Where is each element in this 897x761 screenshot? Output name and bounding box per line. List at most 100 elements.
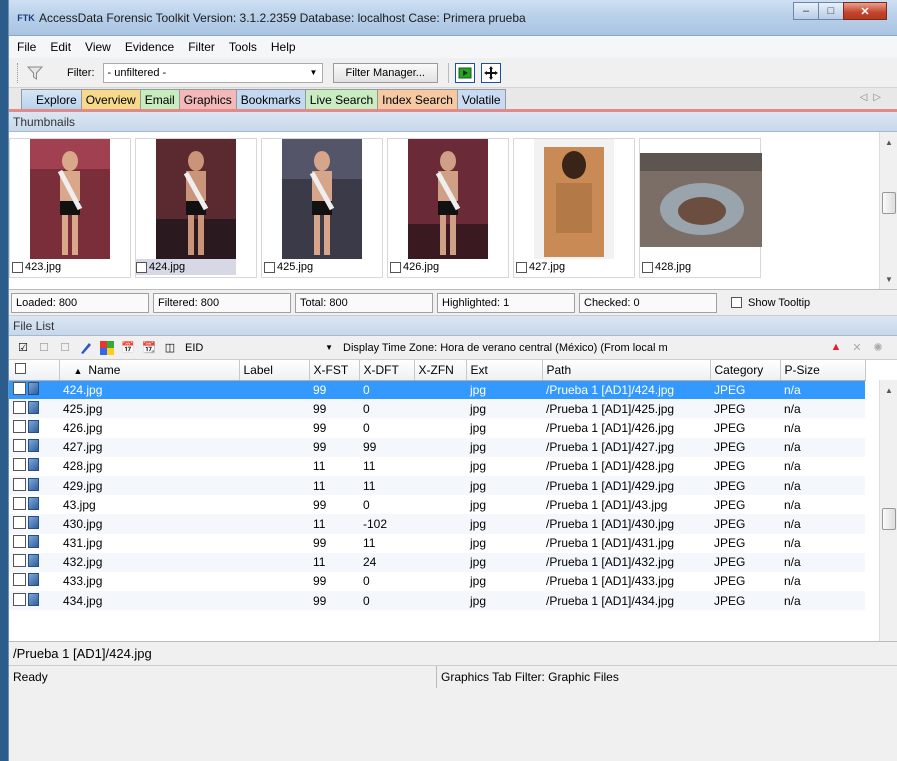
row-checkbox[interactable] [13, 381, 26, 395]
uncheck-icon[interactable]: ☐ [36, 340, 52, 356]
thumbnail-item[interactable]: 427.jpg [513, 138, 635, 278]
col-label[interactable]: Label [239, 360, 310, 381]
col-xfst[interactable]: X-FST [309, 360, 360, 381]
tab-live-search[interactable]: Live Search [304, 89, 379, 109]
tab-bookmarks[interactable]: Bookmarks [235, 89, 306, 109]
clear-filter-icon[interactable]: ▲ [828, 339, 844, 355]
table-row[interactable]: 424.jpg 99 0 jpg/Prueba 1 [AD1]/424.jpg JPEG… [9, 380, 865, 400]
maximize-icon[interactable]: □ [818, 2, 844, 20]
column-select-dropdown[interactable]: EID ▼ [183, 339, 333, 357]
col-psize[interactable]: P-Size [780, 360, 866, 381]
file-list-scrollbar[interactable]: ▲ [879, 380, 897, 641]
label-pen-icon[interactable] [78, 340, 94, 356]
color-grid-icon[interactable] [99, 340, 115, 356]
table-row[interactable]: 432.jpg 11 24 jpg/Prueba 1 [AD1]/432.jpg JPE… [9, 552, 865, 572]
menu-help[interactable]: Help [271, 40, 296, 54]
thumbnail-item[interactable]: 423.jpg [9, 138, 131, 278]
menu-file[interactable]: File [17, 40, 36, 54]
cell-psize: n/a [784, 497, 801, 512]
scroll-up-icon[interactable]: ▲ [880, 382, 897, 398]
cell-check [9, 495, 59, 514]
thumbnail-checkbox[interactable] [642, 261, 653, 273]
apply-filter-icon[interactable] [454, 62, 475, 83]
row-checkbox[interactable] [13, 458, 26, 472]
tab-email[interactable]: Email [139, 89, 180, 109]
thumbnail-image [640, 153, 762, 247]
calendar-alt-icon[interactable]: 📆 [141, 340, 157, 356]
thumbnail-checkbox[interactable] [12, 261, 23, 273]
tab-graphics[interactable]: Graphics [178, 89, 237, 109]
table-row[interactable]: 426.jpg 99 0 jpg/Prueba 1 [AD1]/426.jpg JPEG… [9, 418, 865, 437]
thumbnail-checkbox[interactable] [136, 261, 147, 273]
col-path[interactable]: Path [542, 360, 711, 381]
tab-index-search[interactable]: Index Search [377, 89, 458, 109]
toolbar-grip[interactable] [17, 62, 21, 83]
row-checkbox[interactable] [13, 592, 26, 606]
calendar-icon[interactable]: 📅 [120, 340, 136, 356]
table-row[interactable]: 434.jpg 99 0 jpg/Prueba 1 [AD1]/434.jpg JPEG… [9, 591, 865, 611]
show-tooltip-checkbox[interactable] [731, 297, 742, 308]
col-ext[interactable]: Ext [466, 360, 543, 381]
row-checkbox[interactable] [13, 554, 26, 568]
check-all-icon[interactable]: ☑ [15, 340, 31, 356]
menu-filter[interactable]: Filter [188, 40, 215, 54]
filter-manager-button[interactable]: Filter Manager... [332, 62, 438, 83]
toggle-check-icon[interactable]: ☐ [57, 340, 73, 356]
menu-tools[interactable]: Tools [229, 40, 257, 54]
thumbnail-checkbox[interactable] [390, 261, 401, 273]
thumbnail-checkbox[interactable] [264, 261, 275, 273]
table-row[interactable]: 43.jpg 99 0 jpg/Prueba 1 [AD1]/43.jpg JPEG n/… [9, 495, 865, 514]
table-row[interactable]: 427.jpg 99 99 jpg/Prueba 1 [AD1]/427.jpg JPE… [9, 437, 865, 457]
tab-volatile[interactable]: Volatile [456, 89, 506, 109]
row-checkbox[interactable] [13, 419, 26, 433]
tab-overview[interactable]: Overview [80, 89, 141, 109]
thumbnails-scrollbar[interactable]: ▲ ▼ [879, 132, 897, 289]
header-checkbox[interactable] [15, 362, 26, 374]
scroll-down-icon[interactable]: ▼ [880, 271, 897, 287]
tab-explore[interactable]: Explore [21, 89, 82, 109]
row-checkbox[interactable] [13, 496, 26, 510]
tab-scroll-arrows-icon[interactable]: ◁▷ [860, 92, 887, 103]
move-arrows-icon[interactable] [480, 62, 501, 83]
cell-xzfn [414, 399, 466, 419]
close-icon[interactable]: ✕ [843, 2, 887, 20]
thumbnail-image [156, 139, 236, 259]
scrollbar-thumb[interactable] [882, 508, 896, 530]
thumbnail-item[interactable]: 428.jpg [639, 138, 762, 278]
table-row[interactable]: 430.jpg 11 -102 jpg/Prueba 1 [AD1]/430.jpg J… [9, 514, 865, 534]
row-checkbox[interactable] [13, 439, 26, 453]
col-check-all[interactable] [9, 360, 60, 381]
col-xzfn[interactable]: X-ZFN [414, 360, 467, 381]
row-checkbox[interactable] [13, 400, 26, 414]
columns-icon[interactable]: ◫ [162, 340, 178, 356]
table-row[interactable]: 428.jpg 11 11 jpg/Prueba 1 [AD1]/428.jpg JPE… [9, 457, 865, 476]
table-row[interactable]: 429.jpg 11 11 jpg/Prueba 1 [AD1]/429.jpg JPE… [9, 475, 865, 496]
thumbnail-item[interactable]: 425.jpg [261, 138, 383, 278]
cell-name: 430.jpg [59, 514, 239, 534]
thumbnail-item[interactable]: 426.jpg [387, 138, 509, 278]
show-tooltip-toggle[interactable]: Show Tooltip [731, 297, 810, 309]
table-row[interactable]: 425.jpg 99 0 jpg/Prueba 1 [AD1]/425.jpg JPEG… [9, 399, 865, 419]
row-checkbox[interactable] [13, 477, 26, 491]
thumbnail-checkbox[interactable] [516, 261, 527, 273]
menu-edit[interactable]: Edit [50, 40, 71, 54]
col-name[interactable]: ▲ Name [59, 360, 240, 381]
minimize-icon[interactable]: – [793, 2, 819, 20]
menu-view[interactable]: View [85, 40, 111, 54]
thumbnail-item[interactable]: 424.jpg [135, 138, 257, 278]
thumbnail-image [534, 139, 614, 259]
col-xdft[interactable]: X-DFT [359, 360, 415, 381]
table-row[interactable]: 433.jpg 99 0 jpg/Prueba 1 [AD1]/433.jpg JPEG… [9, 572, 865, 591]
row-checkbox[interactable] [13, 535, 26, 549]
table-row[interactable]: 431.jpg 99 11 jpg/Prueba 1 [AD1]/431.jpg JPE… [9, 534, 865, 553]
menu-evidence[interactable]: Evidence [125, 40, 174, 54]
col-category[interactable]: Category [710, 360, 781, 381]
title-bar[interactable]: FTK AccessData Forensic Toolkit Version:… [9, 0, 897, 36]
filter-dropdown[interactable]: - unfiltered - ▼ [102, 62, 323, 83]
row-checkbox[interactable] [13, 515, 26, 529]
cell-category: JPEG [714, 536, 746, 551]
row-checkbox[interactable] [13, 573, 26, 587]
scrollbar-thumb[interactable] [882, 192, 896, 214]
scroll-up-icon[interactable]: ▲ [880, 134, 897, 150]
close-icon[interactable]: ✕ [849, 339, 865, 355]
